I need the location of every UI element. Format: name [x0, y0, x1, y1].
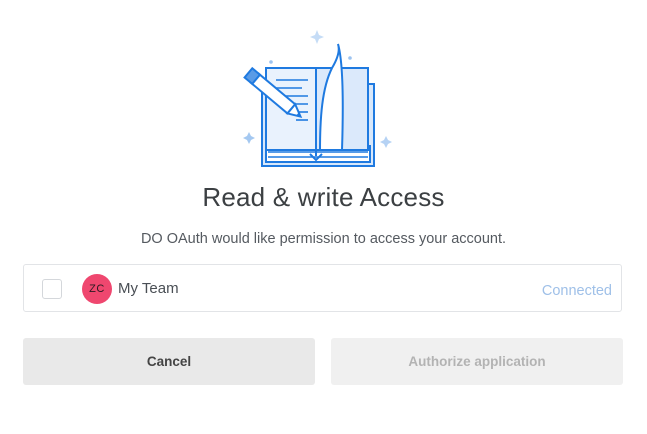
team-avatar: ZC — [82, 274, 112, 304]
team-name: My Team — [118, 280, 179, 297]
book-pencil-illustration — [236, 28, 406, 178]
authorize-application-button[interactable]: Authorize application — [331, 338, 623, 385]
cancel-button[interactable]: Cancel — [23, 338, 315, 385]
permission-description: DO OAuth would like permission to access… — [140, 231, 507, 247]
page-title: Read & write Access — [202, 182, 445, 212]
team-checkbox[interactable] — [42, 279, 62, 299]
team-row[interactable]: ZC My Team Connected — [23, 264, 622, 312]
book-icon — [243, 30, 392, 167]
connected-status: Connected — [541, 283, 612, 299]
